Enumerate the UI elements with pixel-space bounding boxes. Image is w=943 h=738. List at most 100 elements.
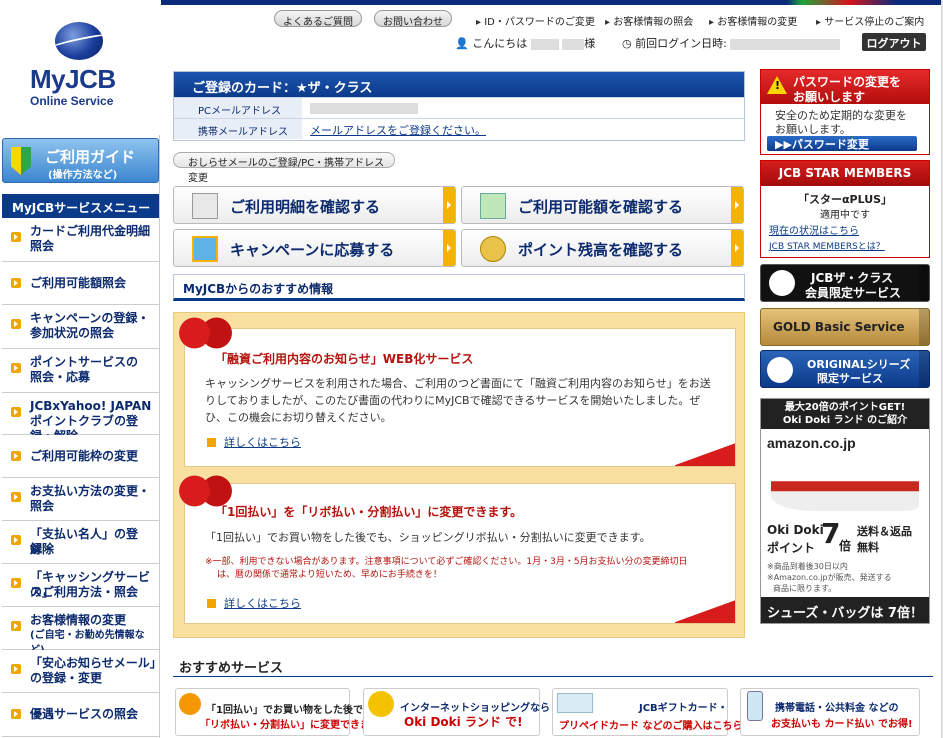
banner-text: Oki Doki ランド で! (404, 715, 523, 729)
amazon-shipping: 送料＆返品 (857, 525, 912, 538)
password-change-button[interactable]: ▶▶パスワード変更 (767, 136, 917, 151)
top-link-id-password[interactable]: ID・パスワードのご変更 (476, 13, 595, 28)
sidebar-menu-item[interactable]: JCBxYahoo! JAPANポイントクラブの登録・解除 (2, 393, 159, 443)
banner-text: 携帯電話・公共料金 などの (775, 703, 899, 714)
arrow-right-icon (11, 664, 21, 674)
faq-label: よくあるご質問 (283, 17, 353, 28)
mobile-mail-label: 携帯メールアドレス (174, 118, 302, 139)
banner-text: 「リボ払い・分割払い」に変更できます! (200, 720, 385, 731)
sidebar-item-label: 照会・応募 (30, 370, 91, 384)
point-coin-icon (480, 236, 506, 262)
last-login: ◷ 前回ログイン日時: (622, 35, 841, 51)
mobile-mail-register-link[interactable]: メールアドレスをご登録ください。 (302, 118, 744, 139)
sidebar-menu-item[interactable]: 優遇サービスの照会 (2, 693, 159, 737)
ribbon-corner (675, 599, 735, 623)
banner-text: 「1回払い」でお買い物をした後でも (206, 705, 373, 716)
banner-text: インターネットショッピングなら (400, 703, 550, 714)
masked-name (530, 38, 559, 50)
sidebar-item-label: お客様情報の変更 (30, 613, 127, 627)
star-header: JCB STAR MEMBERS (761, 161, 929, 186)
arrow-right-icon (11, 278, 21, 288)
banner-text: お支払いも カード払い でお得! (771, 719, 913, 730)
mobile-phone-icon (747, 691, 763, 721)
contact-button[interactable]: お問い合わせ (374, 10, 452, 28)
sneaker-icon (771, 461, 919, 511)
theclass-button[interactable]: JCBザ・クラス 会員限定サービス (760, 264, 930, 302)
sidebar-menu-item[interactable]: お客様情報の変更(ご自宅・お勤め先情報など) (2, 607, 159, 656)
registered-card-box: ご登録のカード：★ザ・クラス PCメールアドレス 携帯メールアドレス メールアド… (173, 71, 745, 141)
banner-revo[interactable]: 「1回払い」でお買い物をした後でも 「リボ払い・分割払い」に変更できます! (175, 688, 385, 736)
star-about-link[interactable]: JCB STAR MEMBERSとは？ (769, 239, 885, 252)
amazon-note: ※Amazon.co.jpが販売、発送する (767, 573, 892, 582)
amazon-head-1: 最大20倍のポイントGET! (784, 402, 906, 413)
amazon-points: ポイント (767, 541, 816, 555)
masked-email (310, 102, 418, 114)
sidebar-item-label: 照会 (30, 239, 55, 253)
sidebar-menu-item[interactable]: ご利用可能額照会 (2, 262, 159, 305)
sidebar-item-label: 照会 (30, 499, 55, 513)
recommend-link-1[interactable]: 詳しくはこちら (207, 434, 301, 450)
recommend-link-2[interactable]: 詳しくはこちら (207, 595, 301, 611)
ribbon-corner (675, 442, 735, 466)
amazon-head: 最大20倍のポイントGET! Oki Doki ランド のご紹介 (761, 399, 929, 429)
sidebar-menu-item[interactable]: ご利用可能枠の変更 (2, 435, 159, 478)
points-label: ポイント残高を確認する (518, 241, 684, 259)
card-icon (480, 193, 506, 219)
logo-title: MyJCB (30, 64, 116, 94)
masked-datetime (730, 38, 841, 50)
logout-button[interactable]: ログアウト (862, 33, 926, 51)
oshirase-mail-link[interactable]: おしらせメールのご登録/PC・携帯アドレス変更 (173, 152, 395, 184)
card-title: ご登録のカード：★ザ・クラス (174, 72, 744, 97)
password-head: パスワードの変更を お願いします (761, 70, 929, 104)
arrow-right-icon (11, 535, 21, 545)
greeting-text: こんにちは (472, 37, 528, 50)
statement-button[interactable]: ご利用明細を確認する (173, 186, 456, 224)
ribbon-icon (178, 313, 233, 353)
amazon-banner[interactable]: 最大20倍のポイントGET! Oki Doki ランド のご紹介 amazon.c… (760, 398, 930, 624)
available-amount-label: ご利用可能額を確認する (518, 198, 684, 216)
sidebar-menu-item[interactable]: キャンペーンの登録・ 参加状況の照会 (2, 305, 159, 349)
myjcb-logo[interactable]: MyJCB Online Service (0, 0, 160, 135)
amazon-head-2: Oki Doki ランド のご紹介 (782, 415, 908, 426)
points-button[interactable]: ポイント残高を確認する (461, 229, 744, 267)
recommend-title-2: 「1回払い」を「リボ払い・分割払い」に変更できます。 (215, 505, 523, 519)
recommend-card-1: 「融資ご利用内容のお知らせ」WEB化サービス キャッシングサービスを利用された場… (184, 328, 736, 467)
sidebar-menu-item[interactable]: 「支払い名人」の登録・ 解除 (2, 521, 159, 564)
coins-icon (368, 691, 394, 717)
banner-okidoki[interactable]: インターネットショッピングなら Oki Doki ランド で! (363, 688, 550, 736)
banner-giftcard[interactable]: JCBギフトカード・ プリペイドカード などのご購入はこちら (552, 688, 742, 736)
original-series-button[interactable]: ORIGINALシリーズ 限定サービス (760, 350, 930, 388)
gold-text: GOLD Basic Service (773, 320, 905, 334)
sidebar-menu-item[interactable]: カードご利用代金明細 照会 (2, 218, 159, 262)
arrow-right-icon (11, 451, 21, 461)
amazon-note: 商品に限ります。 (773, 584, 837, 593)
banner-mobile[interactable]: 携帯電話・公共料金 などの お支払いも カード払い でお得! (740, 688, 920, 736)
available-amount-button[interactable]: ご利用可能額を確認する (461, 186, 744, 224)
theclass-text: 会員限定サービス (805, 286, 902, 300)
pc-mail-value (302, 97, 744, 118)
top-link-info-view[interactable]: お客様情報の照会 (605, 13, 693, 28)
clock-icon: ◷ (622, 37, 632, 50)
campaign-button[interactable]: キャンペーンに応募する (173, 229, 456, 267)
osusume-header: おすすめサービス (179, 661, 284, 676)
top-link-service-stop[interactable]: サービス停止のご案内 (816, 13, 924, 28)
sidebar-menu-item[interactable]: ポイントサービスの 照会・応募 (2, 349, 159, 393)
campaign-label: キャンペーンに応募する (230, 241, 395, 259)
arrow-right-icon (919, 265, 929, 301)
sidebar-menu-item[interactable]: お支払い方法の変更・ 照会 (2, 478, 159, 521)
arrow-right-icon (919, 309, 929, 345)
amazon-logo: amazon.co.jp (767, 435, 856, 451)
amazon-note: ※商品到着後30日以内 (767, 562, 848, 571)
sidebar-item-label: 解除 (30, 542, 55, 556)
recommend-body-1: キャッシングサービスを利用された場合、ご利用のつど書面にて「融資ご利用内容のお知… (205, 377, 711, 424)
sidebar-menu-item[interactable]: 「安心お知らせメール」 の登録・変更 (2, 650, 162, 693)
gold-basic-button[interactable]: GOLD Basic Service (760, 308, 930, 346)
recommend-note-2: ※一部、利用できない場合があります。注意事項について必ずご確認ください。1月・3… (205, 557, 688, 567)
top-link-info-change[interactable]: お客様情報の変更 (709, 13, 797, 28)
sidebar-item-label: の登録・変更 (30, 671, 103, 685)
star-status-link[interactable]: 現在の状況はこちら (769, 222, 859, 237)
sidebar-menu-item[interactable]: 「キャッシングサービス」 のご利用方法・照会 (2, 564, 159, 607)
faq-button[interactable]: よくあるご質問 (274, 10, 362, 28)
user-guide-button[interactable]: ご利用ガイド (操作方法など) (2, 138, 159, 183)
recommend-header: MyJCBからのおすすめ情報 (173, 274, 745, 301)
